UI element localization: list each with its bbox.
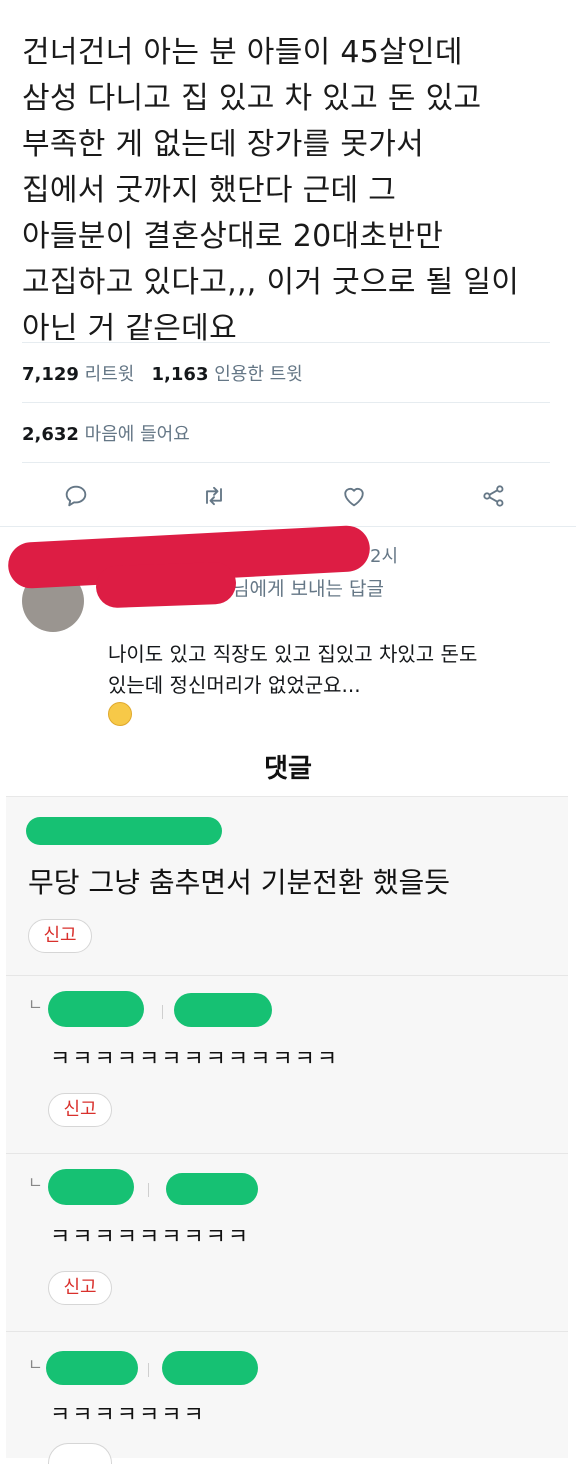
separator xyxy=(148,1363,149,1377)
reply-icon xyxy=(65,485,87,507)
tweet-stats-likes[interactable]: 2,632 마음에 들어요 xyxy=(22,420,190,446)
report-button[interactable] xyxy=(48,1443,112,1464)
reply-body: 나이도 있고 직장도 있고 집있고 차있고 돈도 있는데 정신머리가 없었군요.… xyxy=(108,608,558,732)
redaction-mark xyxy=(166,1173,258,1205)
quote-count: 1,163 xyxy=(151,364,209,385)
smiling-face-with-halo-icon xyxy=(108,702,132,726)
reply-text: 나이도 있고 직장도 있고 집있고 차있고 돈도 있는데 정신머리가 없었군요.… xyxy=(108,642,478,697)
report-button[interactable]: 신고 xyxy=(28,919,92,953)
divider xyxy=(0,526,576,527)
like-label: 마음에 들어요 xyxy=(84,424,190,445)
comment-item: 무당 그냥 춤추면서 기분전환 했을듯 신고 xyxy=(6,797,568,976)
tweet-stats-retweets[interactable]: 7,129 리트윗 1,163 인용한 트윗 xyxy=(22,360,303,386)
redaction-mark xyxy=(174,993,272,1027)
heart-icon xyxy=(344,487,364,507)
comment-text: ㅋㅋㅋㅋㅋㅋㅋ xyxy=(50,1403,206,1428)
like-button[interactable] xyxy=(336,478,372,514)
divider xyxy=(22,462,550,463)
separator xyxy=(162,1005,163,1019)
redaction-mark xyxy=(48,991,144,1027)
retweet-button[interactable] xyxy=(196,478,232,514)
reply-marker: ㄴ xyxy=(28,1355,43,1374)
redaction-mark xyxy=(48,1169,134,1205)
comment-text: ㅋㅋㅋㅋㅋㅋㅋㅋㅋㅋㅋㅋㅋ xyxy=(50,1047,340,1072)
comment-text: 무당 그냥 춤추면서 기분전환 했을듯 xyxy=(28,866,451,899)
redaction-mark xyxy=(95,561,237,609)
share-icon xyxy=(483,485,504,507)
reply-to-label: 님에게 보내는 답글 xyxy=(232,578,384,600)
comments-panel: 무당 그냥 춤추면서 기분전환 했을듯 신고 ㄴ ㅋㅋㅋㅋㅋㅋㅋㅋㅋㅋㅋㅋㅋ 신… xyxy=(6,796,568,1464)
quote-label: 인용한 트윗 xyxy=(214,364,303,385)
report-button[interactable]: 신고 xyxy=(48,1093,112,1127)
retweet-label: 리트윗 xyxy=(84,364,135,385)
redaction-mark xyxy=(26,817,222,845)
comment-text: ㅋㅋㅋㅋㅋㅋㅋㅋㅋ xyxy=(50,1225,251,1250)
comment-reply-item: ㄴ ㅋㅋㅋㅋㅋㅋㅋ xyxy=(6,1331,568,1464)
reply-marker: ㄴ xyxy=(28,1173,43,1192)
divider xyxy=(22,402,550,403)
comment-reply-item: ㄴ ㅋㅋㅋㅋㅋㅋㅋㅋㅋㅋㅋㅋㅋ 신고 xyxy=(6,975,568,1154)
retweet-icon xyxy=(206,486,222,506)
separator xyxy=(148,1183,149,1197)
redaction-mark xyxy=(46,1351,138,1385)
redaction-mark xyxy=(162,1351,258,1385)
tweet-text: 건너건너 아는 분 아들이 45살인데 삼성 다니고 집 있고 차 있고 돈 있… xyxy=(22,35,520,346)
retweet-count: 7,129 xyxy=(22,364,79,385)
share-button[interactable] xyxy=(476,478,512,514)
reply-marker: ㄴ xyxy=(28,995,43,1014)
report-button[interactable]: 신고 xyxy=(48,1271,112,1305)
comments-title: 댓글 xyxy=(264,754,312,784)
reply-button[interactable] xyxy=(58,478,94,514)
reply-timestamp: 2시 xyxy=(370,546,399,567)
tweet-action-bar xyxy=(0,478,576,518)
comment-reply-item: ㄴ ㅋㅋㅋㅋㅋㅋㅋㅋㅋ 신고 xyxy=(6,1153,568,1332)
like-count: 2,632 xyxy=(22,424,79,445)
divider xyxy=(22,342,550,343)
reply-tweet[interactable]: 2시 님에게 보내는 답글 나이도 있고 직장도 있고 집있고 차있고 돈도 있… xyxy=(0,524,576,726)
